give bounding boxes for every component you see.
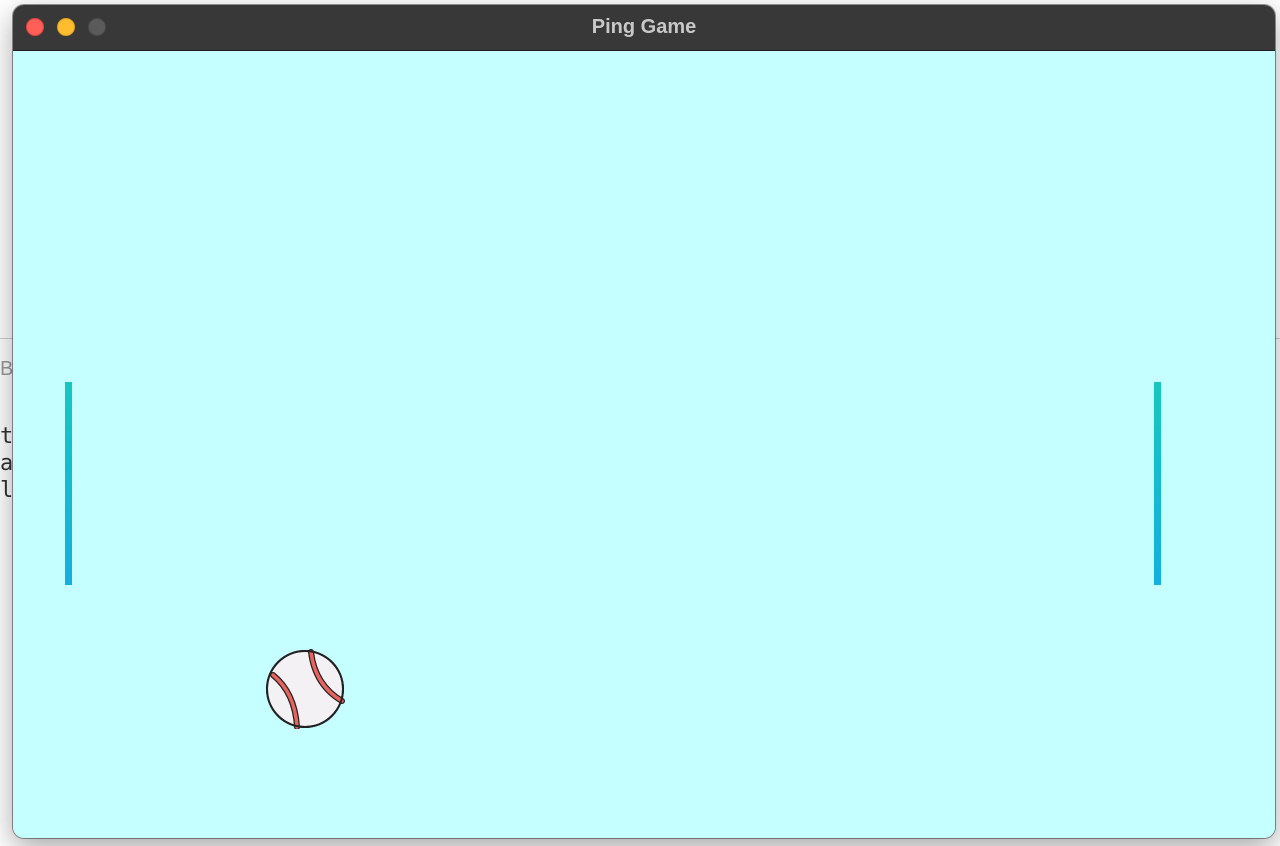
code-fragment: t: [0, 424, 14, 449]
editor-tab-fragment: B: [0, 358, 14, 380]
code-fragment: a: [0, 451, 14, 476]
title-bar[interactable]: Ping Game: [13, 5, 1275, 51]
code-fragment: l: [0, 478, 14, 503]
game-window: Ping Game: [13, 5, 1275, 838]
window-title: Ping Game: [591, 16, 697, 38]
game-canvas[interactable]: [13, 51, 1275, 838]
right-paddle: [1154, 382, 1161, 585]
baseball-icon: [265, 649, 345, 730]
left-paddle: [65, 382, 72, 585]
